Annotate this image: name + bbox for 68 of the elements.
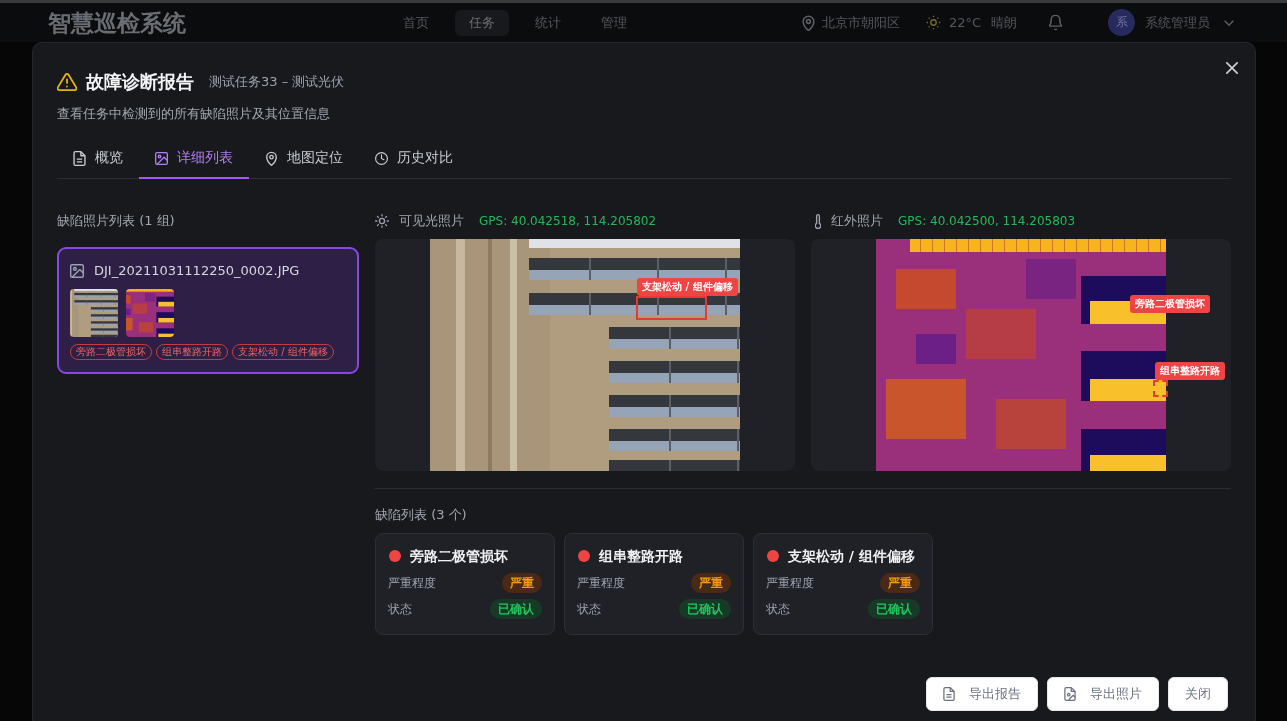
severity-badge: 严重 [502,573,542,593]
image-icon [70,264,84,278]
document-icon [943,687,955,701]
footer-button[interactable]: 导出照片 [1047,677,1159,711]
status-badge: 已确认 [679,599,731,619]
warning-icon [57,73,77,91]
clock-icon [375,150,388,166]
severity-dot-icon [767,550,779,562]
close-button[interactable] [1225,61,1239,75]
location-pin-icon [265,150,278,166]
defect-title: 组串整路开路 [599,547,683,566]
nav-menu-item[interactable]: 任务 [455,9,509,36]
gps-coordinates: GPS: 40.042500, 114.205803 [898,213,1076,230]
status-label: 状态 [577,601,601,617]
image-icon [155,150,168,166]
photo-list-heading: 缺陷照片列表 (1 组) [57,212,176,230]
tab[interactable]: 地图定位 [249,139,359,179]
severity-label: 严重程度 [388,575,436,591]
photo-list-item[interactable]: DJI_20211031112250_0002.JPG 旁路二极管损坏 组串整路开路 支架松动 / 组件偏移 [57,247,359,374]
user-name[interactable]: 系统管理员 [1145,13,1211,32]
user-avatar[interactable]: 系 [1108,9,1136,36]
severity-label: 严重程度 [766,575,814,591]
severity-badge: 严重 [691,573,731,593]
defect-title: 支架松动 / 组件偏移 [788,547,915,566]
status-label: 状态 [388,601,412,617]
tab[interactable]: 概览 [57,139,139,179]
nav-menu-item[interactable]: 管理 [587,9,641,36]
status-badge: 已确认 [868,599,920,619]
close-icon [1226,62,1238,74]
defect-label: 组串整路开路 [1155,362,1225,380]
chevron-down-icon[interactable] [1224,19,1235,26]
severity-dot-icon [389,550,401,562]
photo-filename: DJI_20211031112250_0002.JPG [94,262,300,280]
nav-menu-item[interactable]: 首页 [389,9,443,36]
photo-type-label: 红外照片 [831,212,883,230]
solar-array-thumbnail [70,289,118,337]
dialog-description: 查看任务中检测到的所有缺陷照片及其位置信息 [57,105,331,123]
gps-coordinates: GPS: 40.042518, 114.205802 [479,213,657,230]
footer-button[interactable]: 导出报告 [926,677,1038,711]
document-icon [73,150,86,166]
defect-bounding-box [636,296,707,320]
footer-button[interactable]: 关闭 [1168,677,1228,711]
file-image-icon [1064,687,1076,701]
severity-badge: 严重 [880,573,920,593]
status-label: 状态 [766,601,790,617]
sun-icon [926,15,941,30]
status-badge: 已确认 [490,599,542,619]
location-pin-icon [802,14,815,31]
temperature-text: 22°C [949,13,982,32]
dialog-subtitle: 测试任务33 – 测试光伏 [209,73,345,91]
severity-dot-icon [578,550,590,562]
tab[interactable]: 历史对比 [359,139,469,179]
defect-label: 旁路二极管损坏 [1130,295,1210,313]
defect-label: 支架松动 / 组件偏移 [637,278,738,296]
location-text: 北京市朝阳区 [822,13,900,32]
sun-icon [375,214,389,228]
tab[interactable]: 详细列表 [139,139,249,179]
app-logo-text: 智慧巡检系统 [48,9,186,36]
nav-menu-item[interactable]: 统计 [521,9,575,36]
thermal-thumbnail [126,289,174,337]
thermometer-icon [815,213,821,229]
bell-icon[interactable] [1049,15,1063,30]
weather-text: 晴朗 [991,13,1018,32]
photo-type-label: 可见光照片 [399,212,464,230]
defect-list-heading: 缺陷列表 (3 个) [375,506,468,524]
defect-title: 旁路二极管损坏 [410,547,508,566]
dialog-title: 故障诊断报告 [86,70,194,94]
severity-label: 严重程度 [577,575,625,591]
